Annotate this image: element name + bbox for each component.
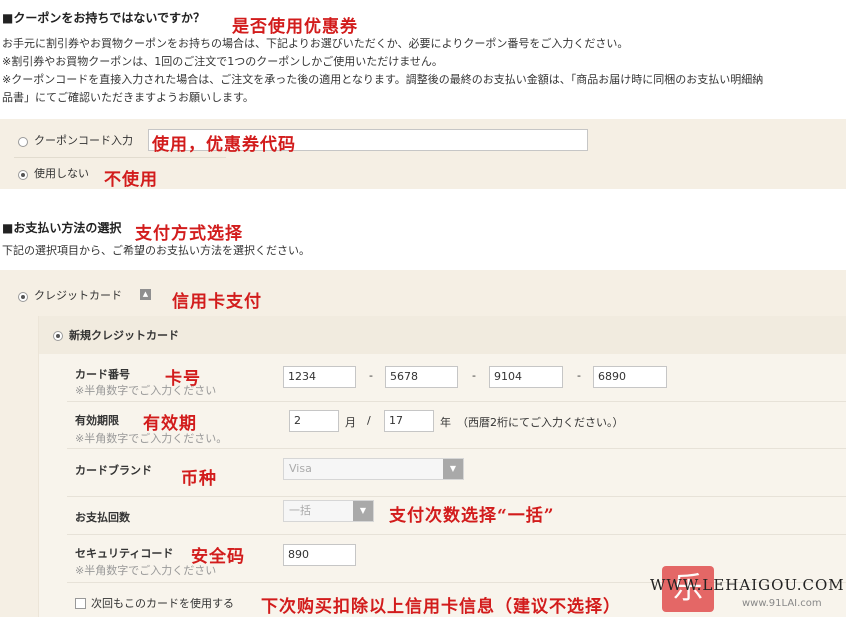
card-brand-annotation: 币种 [181,469,217,489]
coupon-options-panel: クーポンコード入力 使用，优惠券代码 使用しない 不使用 [0,119,846,190]
expiry-label: 有効期限 [75,414,119,427]
installments-select[interactable]: 一括 ▼ [283,500,374,522]
card-number-annotation: 卡号 [165,369,201,389]
watermark-text: WWW.LEHAIGOU.COM [650,576,845,594]
save-card-checkbox[interactable] [75,598,86,609]
year-hint: （西暦2桁にてご入力ください。） [457,416,624,429]
card-number-label: カード番号 [75,368,130,381]
year-unit: 年 [440,416,451,429]
card-number-input-1[interactable]: 1234 [283,366,356,388]
credit-card-label[interactable]: クレジットカード [34,287,122,303]
installments-annotation: 支付次数选择“一括” [389,506,555,526]
card-number-dash-2: - [472,369,476,382]
coupon-heading: ■クーポンをお持ちではないですか？ [2,11,205,25]
coupon-input-label[interactable]: クーポンコード入力 [34,132,133,148]
card-brand-value: Visa [289,462,312,475]
card-brand-label: カードブランド [75,464,152,477]
divider [67,401,846,402]
card-number-input-3[interactable]: 9104 [489,366,563,388]
payment-panel: クレジットカード ▲ 信用卡支付 新規クレジットカード カード番号 ※半角数字で… [0,270,846,617]
expiry-slash: / [367,414,371,427]
card-brand-select[interactable]: Visa ▼ [283,458,464,480]
installments-value: 一括 [289,504,311,517]
chevron-down-icon: ▼ [443,459,463,479]
security-code-annotation: 安全码 [191,547,245,567]
coupon-heading-annotation: 是否使用优惠券 [232,17,358,37]
coupon-description-2: ※割引券やお買物クーポンは、1回のご注文で1つのクーポンしかご使用いただけません… [2,55,443,68]
card-number-input-2[interactable]: 5678 [385,366,458,388]
expiry-month-input[interactable]: 2 [289,410,339,432]
watermark-subtext: www.91LAI.com [742,598,822,609]
coupon-description-4: 品書」にてご確認いただきますようお願いします。 [2,91,254,104]
expiry-annotation: 有效期 [143,414,197,434]
save-card-label[interactable]: 次回もこのカードを使用する [91,595,234,611]
chevron-down-icon: ▼ [353,501,373,521]
security-code-input[interactable]: 890 [283,544,356,566]
coupon-none-annotation: 不使用 [104,170,158,190]
divider [67,534,846,535]
credit-card-annotation: 信用卡支付 [172,292,262,312]
card-form-box: 新規クレジットカード カード番号 ※半角数字でご入力ください 卡号 1234 -… [38,316,846,617]
card-number-dash-1: - [369,369,373,382]
coupon-none-label[interactable]: 使用しない [34,165,89,181]
coupon-options-divider [14,157,226,158]
coupon-description-1: お手元に割引券やお買物クーポンをお持ちの場合は、下記よりお選びいただくか、必要に… [2,37,629,50]
payment-heading-annotation: 支付方式选择 [135,224,243,244]
coupon-input-radio[interactable] [18,137,28,147]
security-code-label: セキュリティコード [75,547,174,560]
payment-description: 下記の選択項目から、ご希望のお支払い方法を選択ください。 [2,244,310,257]
card-number-dash-3: - [577,369,581,382]
collapse-icon[interactable]: ▲ [140,289,151,300]
divider [67,496,846,497]
month-unit: 月 [345,416,356,429]
credit-card-radio[interactable] [18,292,28,302]
expiry-year-input[interactable]: 17 [384,410,434,432]
coupon-none-radio[interactable] [18,170,28,180]
coupon-input-annotation: 使用，优惠券代码 [152,135,296,155]
new-card-radio[interactable] [53,331,63,341]
installments-label: お支払回数 [75,511,130,524]
coupon-description-3: ※クーポンコードを直接入力された場合は、ご注文を承った後の適用となります。調整後… [2,73,764,86]
card-number-input-4[interactable]: 6890 [593,366,667,388]
divider [67,448,846,449]
payment-heading: ■お支払い方法の選択 [2,221,122,235]
new-card-label[interactable]: 新規クレジットカード [69,327,179,343]
save-card-annotation: 下次购买扣除以上信用卡信息（建议不选择） [261,597,621,617]
